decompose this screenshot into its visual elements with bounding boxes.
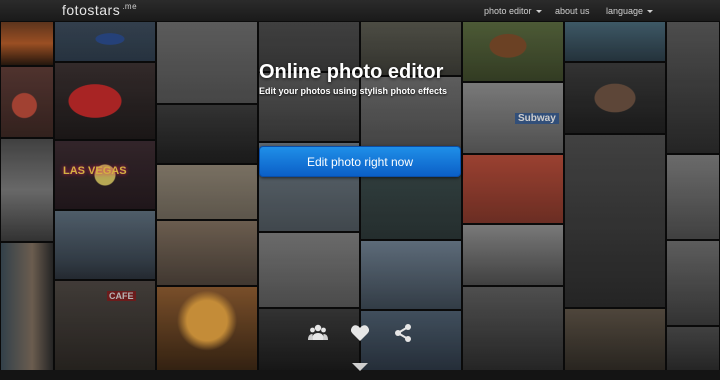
share-icon[interactable] [393,323,413,343]
hero-title: Online photo editor [259,61,444,83]
group-icon[interactable] [308,322,328,342]
nav-language[interactable]: language [606,0,654,22]
down-arrow-icon[interactable] [350,360,370,380]
nav-language-label: language [606,6,644,16]
brand-suffix: .me [122,2,138,11]
heart-icon[interactable] [350,323,370,343]
nav-photo-editor-label: photo editor [484,6,532,16]
chevron-down-icon [647,9,654,13]
nav-about-us-label: about us [555,6,590,16]
nav-about-us[interactable]: about us [555,0,590,22]
nav-photo-editor[interactable]: photo editor [484,0,542,22]
chevron-down-icon [535,9,542,13]
hero: Online photo editor Edit your photos usi… [259,60,469,96]
hero-subtitle: Edit your photos using stylish photo eff… [259,86,448,96]
brand-logo[interactable]: fotostars .me [62,2,137,18]
brand-name: fotostars [62,2,121,18]
edit-photo-button[interactable]: Edit photo right now [259,146,461,177]
top-navbar: fotostars .me photo editor about us langu… [0,0,720,22]
